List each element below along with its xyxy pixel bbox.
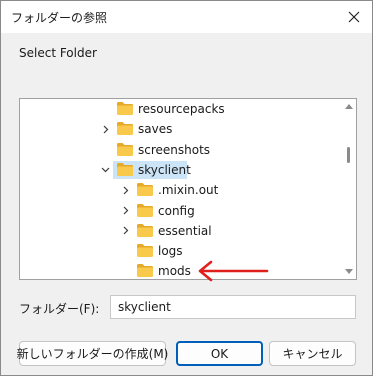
tree-item[interactable]: mods <box>20 261 340 279</box>
close-button[interactable] <box>336 1 372 33</box>
dialog-prompt: Select Folder <box>19 46 97 60</box>
tree-item[interactable]: .mixin.out <box>20 180 340 200</box>
folder-tree[interactable]: resourcepacks saves screenshots skyclient .m… <box>19 98 357 280</box>
tree-item-label: resourcepacks <box>138 102 225 116</box>
close-icon <box>348 11 360 23</box>
folder-icon <box>117 142 133 156</box>
tree-item-label: logs <box>158 244 183 259</box>
folder-icon <box>117 102 133 115</box>
chevron-down-icon[interactable] <box>98 162 112 178</box>
tree-item[interactable]: config <box>20 201 340 221</box>
folder-icon <box>137 203 153 217</box>
folder-icon <box>117 122 133 136</box>
folder-icon <box>137 244 153 258</box>
cancel-button[interactable]: キャンセル <box>269 341 356 366</box>
tree-item-label: essential <box>158 223 212 238</box>
tree-item-label: screenshots <box>138 142 211 157</box>
tree-item-label: mods <box>158 264 191 279</box>
chevron-right-icon[interactable] <box>118 203 132 219</box>
tree-scrollbar[interactable] <box>342 99 356 279</box>
folder-field-label: フォルダー(F): <box>19 302 100 316</box>
scrollbar-thumb[interactable] <box>347 147 350 163</box>
tree-item[interactable]: resourcepacks <box>20 99 340 119</box>
tree-item-label: skyclient <box>138 162 191 177</box>
folder-name-input[interactable] <box>110 295 356 319</box>
folder-browse-dialog: フォルダーの参照 Select Folder resourcepacks save… <box>0 0 373 376</box>
folder-icon <box>117 162 133 176</box>
folder-icon <box>137 264 153 278</box>
tree-item-label: saves <box>138 122 173 137</box>
folder-icon <box>137 223 153 237</box>
chevron-right-icon[interactable] <box>118 223 132 239</box>
tree-item-label: .mixin.out <box>158 183 219 198</box>
title-bar: フォルダーの参照 <box>1 1 372 33</box>
tree-item[interactable]: saves <box>20 119 340 139</box>
tree-item[interactable]: logs <box>20 241 340 261</box>
new-folder-button[interactable]: 新しいフォルダーの作成(M) <box>17 341 168 366</box>
window-title: フォルダーの参照 <box>11 11 108 25</box>
ok-button[interactable]: OK <box>176 341 263 366</box>
scroll-down-arrow-icon[interactable] <box>345 269 353 275</box>
tree-item[interactable]: screenshots <box>20 140 340 160</box>
tree-item-label: config <box>158 203 195 218</box>
chevron-right-icon[interactable] <box>98 121 112 137</box>
red-arrow-annotation-icon <box>198 260 269 282</box>
folder-icon <box>137 183 153 197</box>
tree-item[interactable]: skyclient <box>20 160 340 180</box>
tree-item[interactable]: essential <box>20 221 340 241</box>
chevron-right-icon[interactable] <box>118 182 132 198</box>
scroll-up-arrow-icon[interactable] <box>345 103 353 109</box>
